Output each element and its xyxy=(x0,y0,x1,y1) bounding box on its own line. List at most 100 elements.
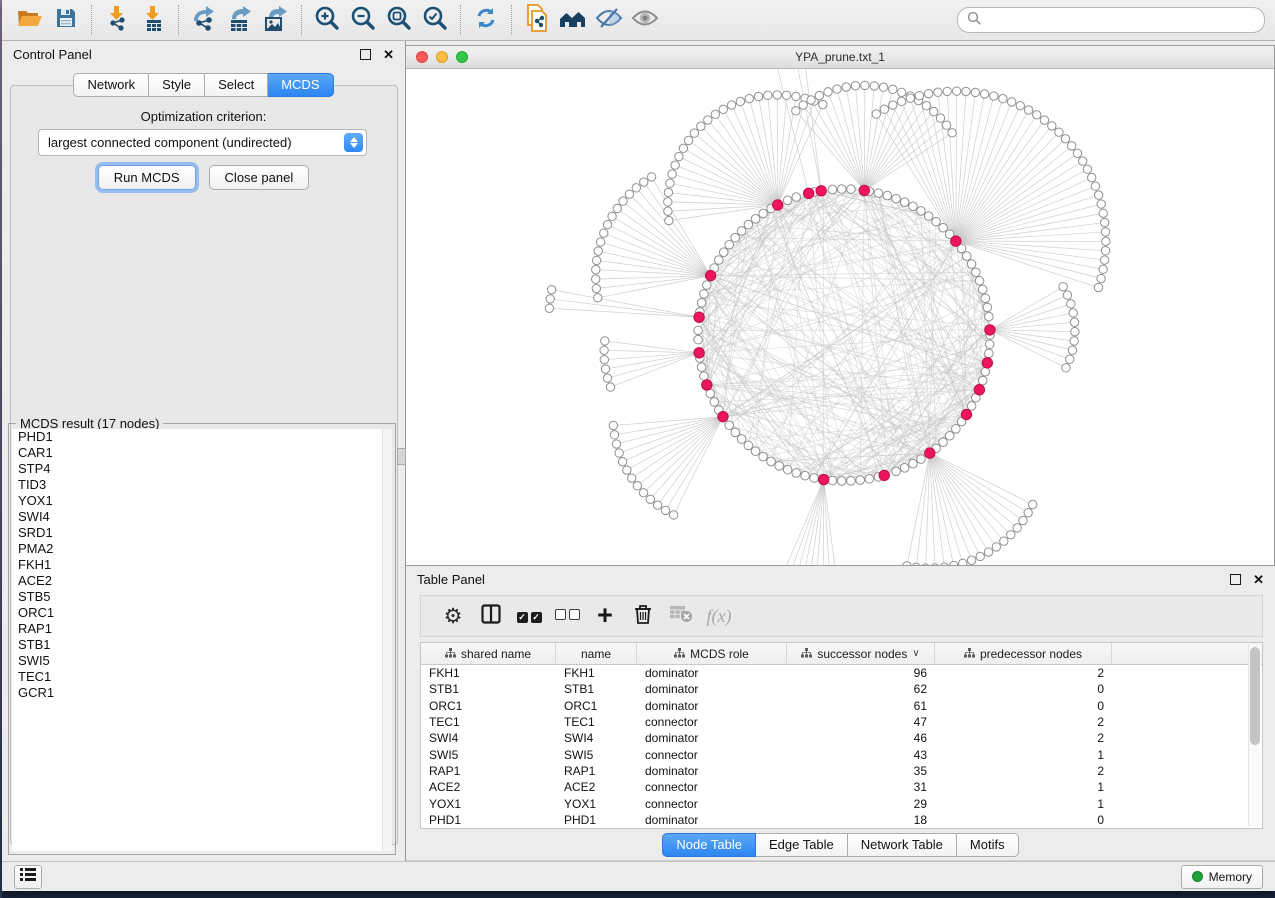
column-header-predecessor-nodes[interactable]: predecessor nodes xyxy=(935,643,1112,664)
column-header-shared-name[interactable]: shared name xyxy=(421,643,556,664)
mcds-result-item[interactable]: SWI5 xyxy=(12,653,392,669)
tab-node-table[interactable]: Node Table xyxy=(662,833,756,857)
mcds-result-item[interactable]: STP4 xyxy=(12,461,392,477)
table-toolbar: ⚙ ✓✓ + xyxy=(420,595,1263,637)
search-input[interactable] xyxy=(986,12,1255,28)
close-table-panel-button[interactable]: ✕ xyxy=(1253,573,1264,586)
cell-shared-name: SWI5 xyxy=(421,748,556,762)
tab-mcds[interactable]: MCDS xyxy=(268,73,333,97)
global-search-field[interactable] xyxy=(957,7,1265,33)
table-scrollbar[interactable] xyxy=(1248,645,1261,826)
table-row-RAP1[interactable]: RAP1RAP1dominator352 xyxy=(421,763,1262,779)
table-row-STB1[interactable]: STB1STB1dominator620 xyxy=(421,681,1262,697)
mcds-result-item[interactable]: SRD1 xyxy=(12,525,392,541)
tab-motifs[interactable]: Motifs xyxy=(957,833,1019,857)
mcds-result-item[interactable]: TID3 xyxy=(12,477,392,493)
mcds-result-item[interactable]: CAR1 xyxy=(12,445,392,461)
table-row-ACE2[interactable]: ACE2ACE2connector311 xyxy=(421,779,1262,795)
column-label: MCDS role xyxy=(690,647,749,661)
run-mcds-button[interactable]: Run MCDS xyxy=(98,165,196,190)
mcds-result-item[interactable]: RAP1 xyxy=(12,621,392,637)
mcds-list-scrollbar[interactable] xyxy=(382,429,392,851)
mcds-result-item[interactable]: GCR1 xyxy=(12,685,392,701)
network-frame-titlebar[interactable]: YPA_prune.txt_1 xyxy=(406,46,1274,69)
export-table-button[interactable] xyxy=(222,4,258,36)
hide-selected-button[interactable] xyxy=(591,4,627,36)
table-row-TEC1[interactable]: TEC1TEC1connector472 xyxy=(421,714,1262,730)
mcds-result-item[interactable]: PMA2 xyxy=(12,541,392,557)
refresh-button[interactable] xyxy=(468,4,504,36)
tab-select[interactable]: Select xyxy=(205,73,268,97)
table-row-PHD1[interactable]: PHD1PHD1dominator180 xyxy=(421,812,1262,828)
cell-predecessor-nodes: 2 xyxy=(935,666,1112,680)
cell-name: FKH1 xyxy=(556,666,637,680)
dropdown-stepper-icon xyxy=(344,133,363,152)
task-history-button[interactable] xyxy=(14,865,42,889)
zoom-in-button[interactable] xyxy=(309,4,345,36)
first-neighbors-button[interactable] xyxy=(555,4,591,36)
select-all-columns-button[interactable]: ✓✓ xyxy=(510,599,548,633)
mcds-result-item[interactable]: ACE2 xyxy=(12,573,392,589)
float-panel-button[interactable] xyxy=(360,49,383,60)
mcds-buttons-row: Run MCDS Close panel xyxy=(2,165,405,190)
column-header-name[interactable]: name xyxy=(556,643,637,664)
traffic-lights xyxy=(416,51,468,63)
show-columns-button[interactable] xyxy=(472,599,510,633)
network-graph xyxy=(406,69,1274,565)
shared-column-icon xyxy=(674,647,685,661)
close-panel-button[interactable]: ✕ xyxy=(383,48,394,61)
zoom-fit-button[interactable] xyxy=(381,4,417,36)
mcds-result-item[interactable]: STB5 xyxy=(12,589,392,605)
zoom-out-button[interactable] xyxy=(345,4,381,36)
open-session-button[interactable] xyxy=(12,4,48,36)
mcds-result-list[interactable]: PHD1CAR1STP4TID3YOX1SWI4SRD1PMA2FKH1ACE2… xyxy=(12,429,392,851)
export-image-button[interactable] xyxy=(258,4,294,36)
cell-successor-nodes: 96 xyxy=(787,666,935,680)
export-network-button[interactable] xyxy=(186,4,222,36)
cell-predecessor-nodes: 0 xyxy=(935,682,1112,696)
tab-network[interactable]: Network xyxy=(73,73,149,97)
table-row-SWI5[interactable]: SWI5SWI5connector431 xyxy=(421,746,1262,762)
table-row-FKH1[interactable]: FKH1FKH1dominator962 xyxy=(421,665,1262,681)
clone-network-button[interactable] xyxy=(519,4,555,36)
table-row-ORC1[interactable]: ORC1ORC1dominator610 xyxy=(421,698,1262,714)
float-table-panel-button[interactable] xyxy=(1230,574,1253,585)
memory-button[interactable]: Memory xyxy=(1181,865,1263,889)
mcds-result-item[interactable]: FKH1 xyxy=(12,557,392,573)
mcds-result-item[interactable]: YOX1 xyxy=(12,493,392,509)
minimize-window-icon[interactable] xyxy=(436,51,448,63)
cell-shared-name: ORC1 xyxy=(421,699,556,713)
delete-column-button[interactable] xyxy=(624,599,662,633)
zoom-selected-button[interactable] xyxy=(417,4,453,36)
import-network-button[interactable] xyxy=(99,4,135,36)
tab-network-table[interactable]: Network Table xyxy=(848,833,957,857)
close-mcds-panel-button[interactable]: Close panel xyxy=(209,165,310,190)
mcds-result-item[interactable]: STB1 xyxy=(12,637,392,653)
mcds-result-item[interactable]: SWI4 xyxy=(12,509,392,525)
column-header-MCDS-role[interactable]: MCDS role xyxy=(637,643,787,664)
table-options-button[interactable]: ⚙ xyxy=(434,599,472,633)
unselect-all-columns-button[interactable] xyxy=(548,599,586,633)
create-column-button[interactable]: + xyxy=(586,599,624,633)
cell-shared-name: ACE2 xyxy=(421,780,556,794)
show-graphics-details-button[interactable] xyxy=(627,4,663,36)
close-window-icon[interactable] xyxy=(416,51,428,63)
column-header-successor-nodes[interactable]: successor nodes∨ xyxy=(787,643,935,664)
tab-edge-table[interactable]: Edge Table xyxy=(756,833,848,857)
cell-shared-name: TEC1 xyxy=(421,715,556,729)
table-scrollbar-thumb[interactable] xyxy=(1250,647,1260,745)
maximize-window-icon[interactable] xyxy=(456,51,468,63)
mcds-result-item[interactable]: TEC1 xyxy=(12,669,392,685)
mcds-result-item[interactable]: PHD1 xyxy=(12,429,392,445)
save-session-button[interactable] xyxy=(48,4,84,36)
tab-style[interactable]: Style xyxy=(149,73,205,97)
criterion-dropdown[interactable]: largest connected component (undirected) xyxy=(38,129,367,156)
import-table-button[interactable] xyxy=(135,4,171,36)
table-row-SWI4[interactable]: SWI4SWI4dominator462 xyxy=(421,730,1262,746)
split-divider-handle[interactable] xyxy=(397,448,406,465)
main-toolbar xyxy=(2,0,1275,41)
network-canvas[interactable] xyxy=(406,69,1274,565)
fx-icon: f(x) xyxy=(707,606,732,627)
mcds-result-item[interactable]: ORC1 xyxy=(12,605,392,621)
table-row-YOX1[interactable]: YOX1YOX1connector291 xyxy=(421,795,1262,811)
